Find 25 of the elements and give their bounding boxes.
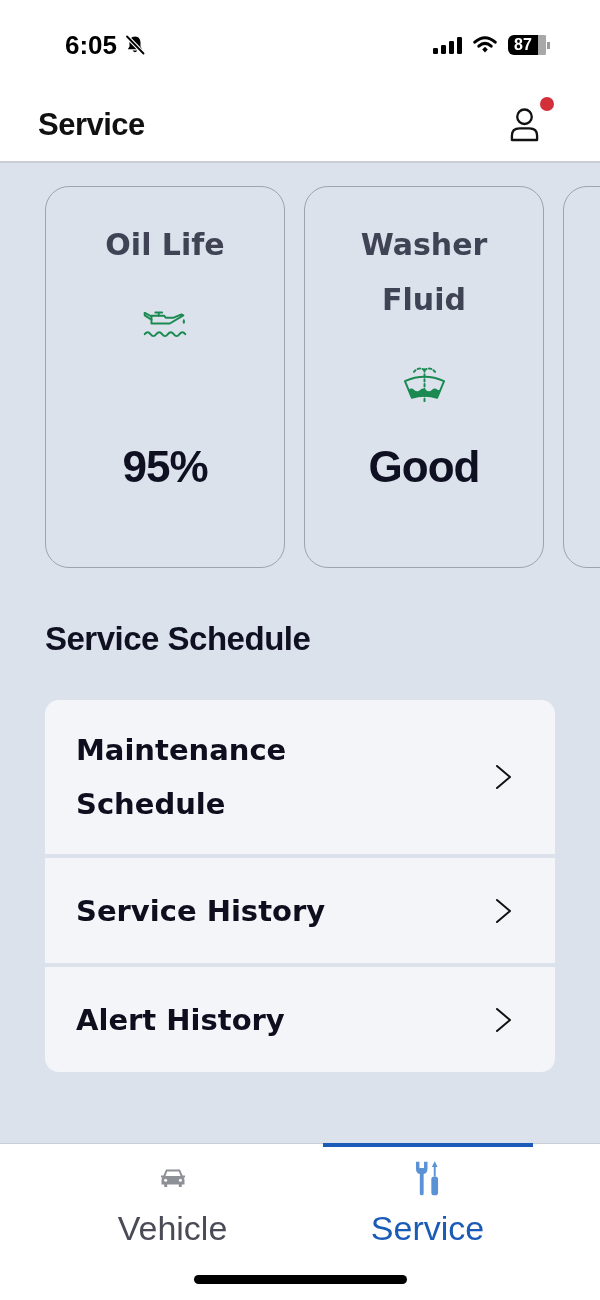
wrench-screwdriver-icon [415, 1159, 440, 1197]
clock-time: 6:05 [65, 30, 118, 60]
car-icon [159, 1168, 186, 1188]
tab[interactable]: Service [322, 1143, 533, 1248]
card-value: 95% [122, 442, 208, 492]
status-card[interactable]: Washer Fluid Good [304, 186, 544, 568]
menu-item[interactable]: Alert History [45, 967, 555, 1072]
chevron-right-icon [495, 897, 512, 924]
tab[interactable]: Vehicle [67, 1143, 278, 1248]
page-title: Service [38, 105, 145, 144]
oil-can-icon [142, 310, 188, 339]
chevron-right-icon [495, 1006, 512, 1033]
chevron-right-icon [495, 764, 512, 790]
profile-icon[interactable] [509, 107, 540, 142]
windshield-washer-icon [401, 365, 447, 405]
wifi-icon [473, 36, 497, 54]
card-title: Oil Life [105, 226, 225, 264]
menu-item[interactable]: Maintenance Schedule [45, 700, 555, 854]
section-heading: Service Schedule [45, 619, 311, 659]
battery-indicator: 87 [508, 35, 550, 55]
signal-icon [433, 36, 462, 54]
card-value: Good [368, 442, 480, 492]
menu-item[interactable]: Service History [45, 858, 555, 963]
status-card[interactable]: Oil Life 95% [45, 186, 285, 568]
card-title: Washer Fluid [359, 226, 489, 319]
